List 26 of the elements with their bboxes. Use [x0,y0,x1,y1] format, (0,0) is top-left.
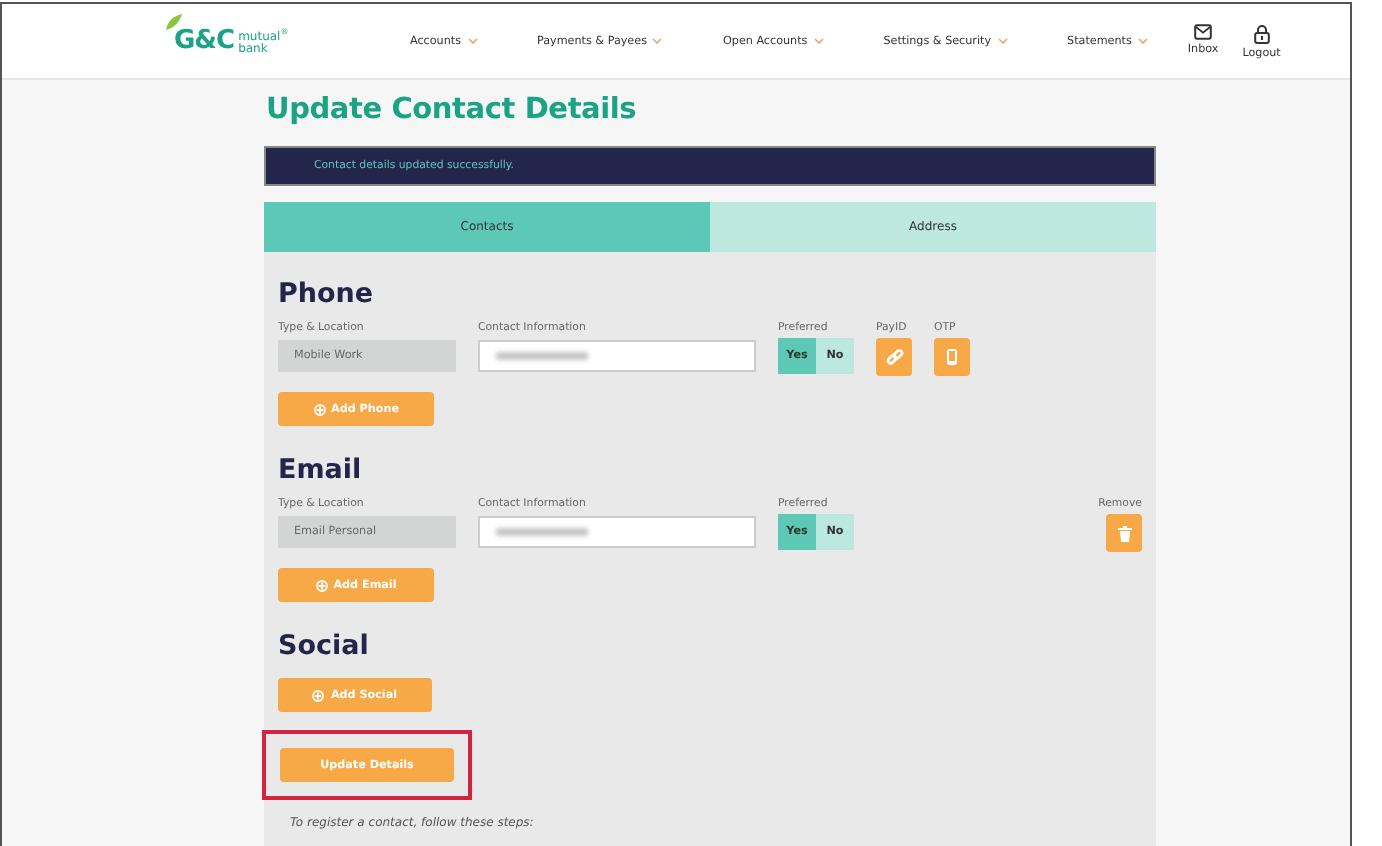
logo-text: G&C [174,26,235,56]
leaf-icon [166,14,182,30]
link-icon [885,348,903,366]
add-icon [312,689,325,701]
caret-icon [1137,38,1148,44]
phone-icon [946,348,958,366]
caret-icon [652,38,663,44]
add-icon [313,403,325,415]
caret-icon [813,38,824,44]
add-icon [315,579,328,591]
remove-button[interactable] [1106,514,1142,552]
section-heading: Social [278,630,371,662]
lock-icon [1253,23,1270,43]
page-title: Update Contact Details [266,94,639,126]
contact-field[interactable] [478,340,756,372]
otp-button[interactable] [934,338,970,376]
trash-icon [1117,525,1131,541]
mail-icon [1194,23,1213,39]
redacted-value [496,352,588,360]
section-heading: Phone [278,278,376,310]
section-heading: Email [278,454,364,486]
redacted-value [496,528,588,536]
payid-button[interactable] [876,338,912,376]
caret-icon [997,38,1008,44]
contact-field[interactable] [478,516,756,548]
caret-icon [467,38,477,44]
